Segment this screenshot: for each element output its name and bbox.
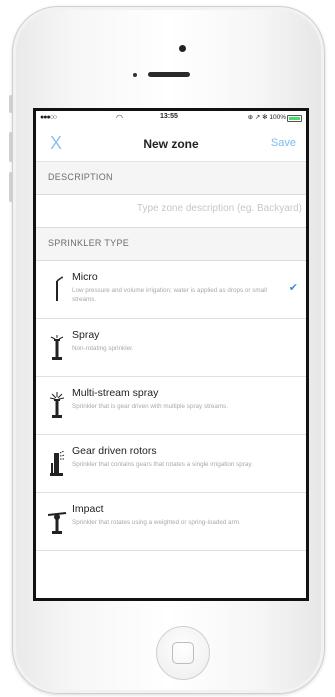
sprinkler-type-section-header: SPRINKLER TYPE <box>36 228 306 261</box>
page-title: New zone <box>143 137 199 151</box>
earpiece-speaker <box>148 72 190 77</box>
signal-dots: ●●●○○ <box>40 114 57 121</box>
save-button[interactable]: Save <box>271 137 296 149</box>
status-right-indicators: ⊕ ↗ ✻ 100% <box>247 114 286 121</box>
multi-stream-sprinkler-icon <box>49 392 65 418</box>
checkmark-icon: ✔ <box>288 282 298 294</box>
sprinkler-description: Sprinkler that is gear driven with multi… <box>72 403 229 410</box>
front-camera <box>179 45 186 52</box>
navigation-bar: X New zone Save <box>36 125 306 162</box>
description-section-header: DESCRIPTION <box>36 162 306 195</box>
sprinkler-description: Non-rotating sprinkler. <box>72 345 134 352</box>
home-button[interactable] <box>156 626 210 680</box>
impact-sprinkler-icon <box>47 512 67 534</box>
sprinkler-name: Impact <box>72 503 104 515</box>
sprinkler-item-spray[interactable]: Spray Non-rotating sprinkler. <box>36 319 306 377</box>
zone-description-input[interactable] <box>64 202 304 215</box>
sprinkler-description: Sprinkler that contains gears that rotat… <box>72 461 253 468</box>
wifi-icon: ◠ <box>116 113 123 122</box>
sprinkler-name: Spray <box>72 329 100 341</box>
status-bar: ●●●○○ ◠ 13:55 ⊕ ↗ ✻ 100% <box>36 111 306 125</box>
sprinkler-description: Sprinkler that rotates using a weighted … <box>72 519 241 526</box>
sprinkler-item-gear-driven-rotors[interactable]: Gear driven rotors Sprinkler that contai… <box>36 435 306 493</box>
description-row <box>36 195 306 228</box>
volume-down-button <box>9 172 13 202</box>
phone-screen: ●●●○○ ◠ 13:55 ⊕ ↗ ✻ 100% X New zone Save… <box>33 108 309 601</box>
sprinkler-item-multi-stream-spray[interactable]: Multi-stream spray Sprinkler that is gea… <box>36 377 306 435</box>
sprinkler-item-micro[interactable]: Micro Low pressure and volume irrigation… <box>36 261 306 319</box>
gear-rotor-sprinkler-icon <box>50 450 66 476</box>
sprinkler-name: Micro <box>72 271 98 283</box>
home-square-icon <box>172 642 194 664</box>
sprinkler-description: Low pressure and volume irrigation; wate… <box>72 287 267 303</box>
sprinkler-type-list: Micro Low pressure and volume irrigation… <box>36 261 306 551</box>
sprinkler-name: Gear driven rotors <box>72 445 157 457</box>
volume-up-button <box>9 132 13 162</box>
sprinkler-item-impact[interactable]: Impact Sprinkler that rotates using a we… <box>36 493 306 551</box>
sprinkler-name: Multi-stream spray <box>72 387 159 399</box>
status-time: 13:55 <box>160 113 178 120</box>
mute-switch <box>9 95 13 113</box>
battery-icon <box>287 115 302 122</box>
spray-sprinkler-icon <box>50 335 64 360</box>
micro-sprinkler-icon <box>56 276 63 301</box>
proximity-sensor <box>133 73 137 77</box>
